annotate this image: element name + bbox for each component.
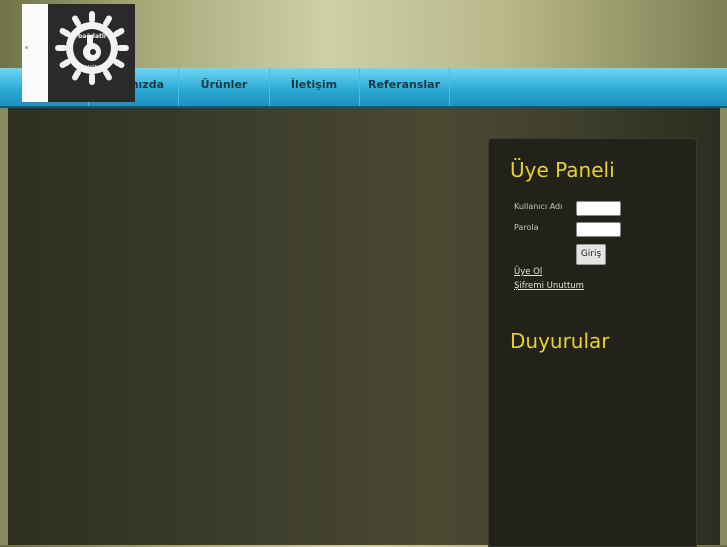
nav-item-references[interactable]: Referanslar [359, 68, 450, 106]
logo-dot [25, 46, 28, 49]
register-link[interactable]: Üye Ol [514, 267, 542, 277]
logo-margin [22, 4, 48, 102]
password-label: Parola [514, 223, 539, 232]
login-button[interactable]: Giriş [576, 244, 606, 265]
right-border [719, 106, 727, 545]
member-panel-title: Üye Paneli [510, 158, 615, 182]
gear-emblem-icon: bağdatlı MAKİNE [54, 11, 129, 85]
left-border [0, 106, 8, 545]
nav-item-products[interactable]: Ürünler [179, 68, 270, 106]
nav-item-contact[interactable]: İletişim [269, 68, 360, 106]
username-input[interactable] [576, 201, 621, 216]
logo-emblem: bağdatlı MAKİNE [48, 4, 135, 102]
forgot-password-link[interactable]: Şifremi Unuttum [514, 281, 584, 291]
svg-text:MAKİNE: MAKİNE [82, 64, 101, 71]
member-panel: Üye Paneli Kullanıcı Adı Parola Giriş Üy… [488, 138, 697, 547]
password-input[interactable] [576, 222, 621, 237]
logo[interactable]: bağdatlı MAKİNE [22, 4, 135, 102]
username-label: Kullanıcı Adı [514, 202, 563, 211]
svg-text:bağdatlı: bağdatlı [78, 33, 106, 40]
announcements-title: Duyurular [510, 329, 610, 353]
